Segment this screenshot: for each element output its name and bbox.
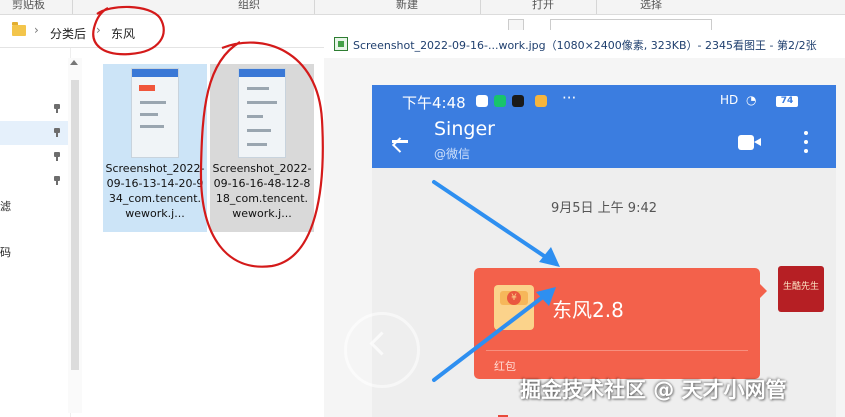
breadcrumb-current[interactable]: 东风	[111, 25, 135, 42]
file-thumbnail	[131, 68, 179, 158]
network-hd-icon: HD	[720, 93, 739, 107]
packet-divider	[486, 350, 748, 351]
red-packet-message[interactable]: ¥ 东风2.8 红包	[474, 268, 767, 379]
red-envelope-icon: ¥	[494, 285, 534, 330]
avatar-text: 生酷先生	[782, 282, 819, 292]
wechat-icon	[494, 95, 506, 107]
red-packet-text: 东风2.8	[552, 298, 624, 322]
viewer-title-bar[interactable]: Screenshot_2022-09-16-...work.jpg（1080×2…	[324, 30, 845, 59]
pin-icon[interactable]	[53, 104, 61, 113]
back-arrow-icon[interactable]	[386, 127, 414, 155]
nav-item-label[interactable]: 码	[0, 244, 11, 260]
watermark: 掘金技术社区 @ 天才小网管	[520, 378, 787, 402]
yuan-icon: ¥	[507, 291, 521, 305]
wechat-screenshot: 下午4:48 ··· HD ◔ 74 Singer @微信 9月5日 上午 9:…	[372, 85, 836, 417]
sender-avatar[interactable]: 生酷先生	[778, 266, 824, 312]
ribbon-separator	[314, 0, 315, 14]
more-options-icon[interactable]	[804, 131, 808, 153]
ribbon-separator	[72, 0, 73, 14]
wifi-icon: ◔	[746, 93, 757, 107]
ribbon-group-labels: 剪贴板 组织 新建 打开 选择	[0, 0, 845, 15]
message-date: 9月5日 上午 9:42	[551, 201, 657, 216]
scroll-up-arrow-icon[interactable]	[70, 60, 78, 65]
tiktok-icon	[512, 95, 524, 107]
ribbon-separator	[596, 0, 597, 14]
ribbon-separator	[480, 0, 481, 14]
folder-icon	[12, 22, 26, 36]
viewer-title: Screenshot_2022-09-16-...work.jpg（1080×2…	[353, 39, 817, 52]
scrollbar-thumb[interactable]	[71, 80, 79, 370]
alarm-icon	[476, 95, 488, 107]
video-call-icon[interactable]	[738, 135, 761, 150]
contact-name: Singer	[434, 118, 495, 140]
pin-icon[interactable]	[53, 152, 61, 161]
breadcrumb-chevron-icon: ›	[34, 23, 39, 37]
nav-item-label[interactable]: 滤	[0, 198, 11, 214]
file-thumbnail	[238, 68, 286, 158]
more-notifications-icon: ···	[562, 89, 577, 107]
file-name: Screenshot_2022-09-16-16-48-12-818_com.t…	[212, 162, 312, 220]
breadcrumb-parent[interactable]: 分类后	[50, 25, 86, 42]
breadcrumb-chevron-icon: ›	[96, 23, 101, 37]
image-viewer-app-icon	[334, 37, 348, 51]
file-name: Screenshot_2022-09-16-13-14-20-934_com.t…	[105, 162, 205, 220]
file-item[interactable]: Screenshot_2022-09-16-13-14-20-934_com.t…	[103, 64, 207, 232]
chat-header: Singer @微信	[372, 115, 836, 168]
navigation-pane: 滤 码	[0, 48, 71, 417]
file-item[interactable]: Screenshot_2022-09-16-16-48-12-818_com.t…	[210, 64, 314, 232]
ribbon-open-label: 打开	[532, 0, 554, 11]
phone-status-bar: 下午4:48 ··· HD ◔ 74	[372, 85, 836, 115]
battery-icon: 74	[776, 96, 798, 107]
ribbon-select-label: 选择	[640, 0, 662, 11]
red-packet-label: 红包	[494, 360, 516, 373]
ribbon-new-label: 新建	[396, 0, 418, 11]
ribbon-organize-label: 组织	[238, 0, 260, 11]
status-time: 下午4:48	[402, 94, 466, 112]
message-icon	[535, 95, 547, 107]
contact-source: @微信	[434, 147, 471, 161]
pin-icon[interactable]	[53, 176, 61, 185]
pin-icon[interactable]	[53, 128, 61, 137]
ribbon-clipboard-label: 剪贴板	[12, 0, 45, 11]
